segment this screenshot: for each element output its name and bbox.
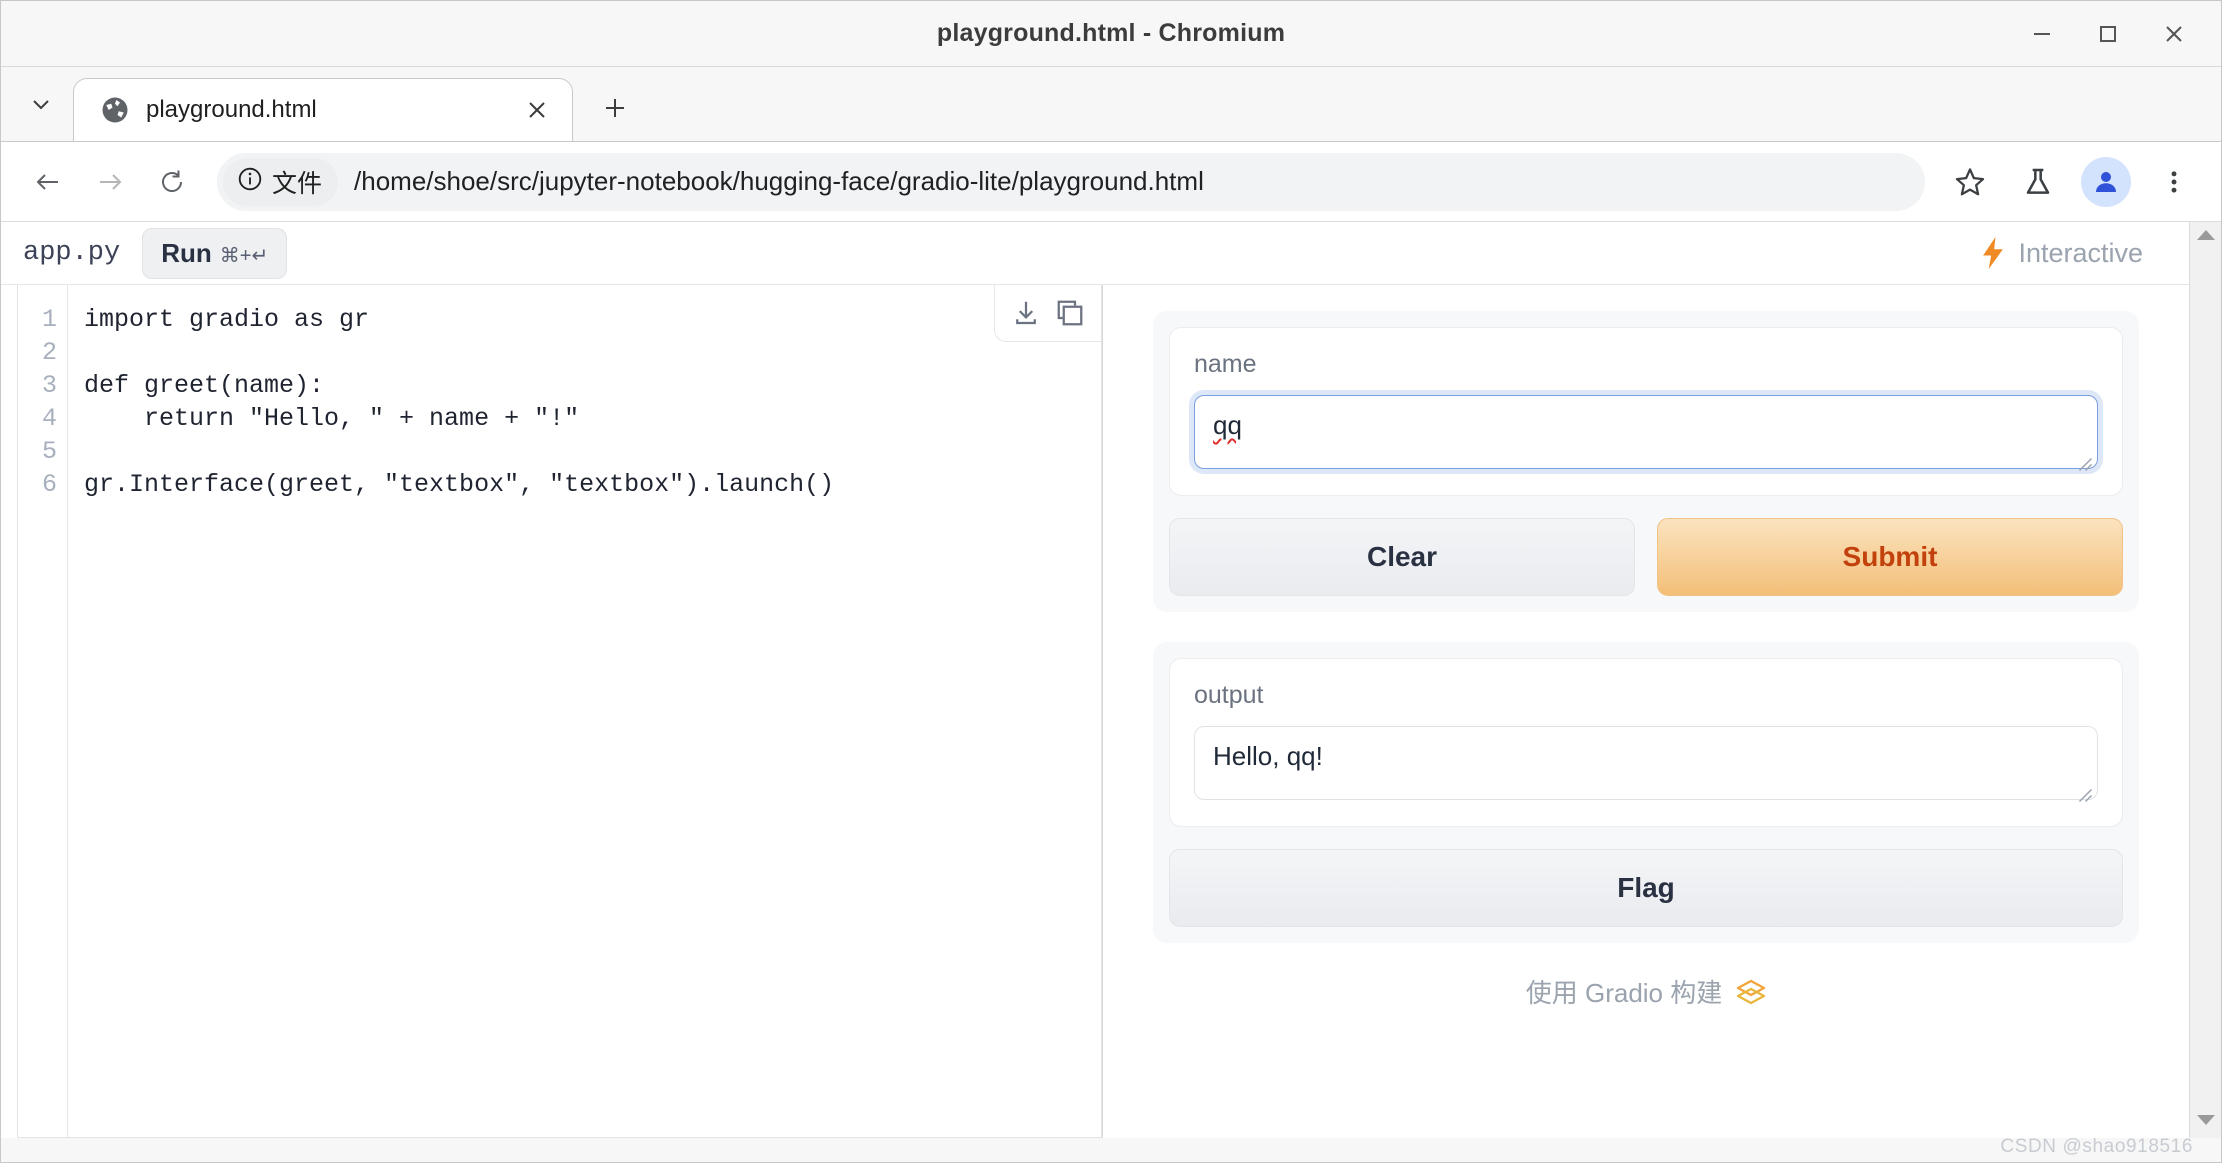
gradio-playground-page: app.py Run ⌘+↵ Interactive 1 2 3 4 5 6 i… [1, 222, 2189, 1138]
new-tab-button[interactable] [585, 78, 645, 138]
site-info-chip[interactable]: 文件 [223, 157, 339, 206]
globe-icon [100, 95, 130, 125]
file-name-label: app.py [23, 238, 121, 268]
name-input-value: qq [1213, 410, 1242, 440]
input-block: name qq [1169, 327, 2123, 496]
back-arrow-icon[interactable] [19, 153, 77, 211]
output-textarea[interactable]: Hello, qq! [1194, 726, 2098, 803]
code-editor-panel: 1 2 3 4 5 6 import gradio as gr def gree… [1, 285, 1103, 1138]
tab-title: playground.html [146, 96, 317, 123]
run-button-label: Run [161, 237, 212, 268]
download-icon[interactable] [1009, 296, 1043, 330]
tab-strip: playground.html [1, 66, 2221, 141]
interactive-badge: Interactive [1980, 237, 2143, 269]
clear-button[interactable]: Clear [1169, 518, 1635, 596]
input-group: name qq Clear Submit [1153, 311, 2139, 612]
address-bar[interactable]: 文件 /home/shoe/src/jupyter-notebook/huggi… [217, 152, 1925, 211]
action-button-row: Clear Submit [1169, 518, 2123, 596]
lightning-bolt-icon [1980, 237, 2006, 269]
watermark: CSDN @shao918516 [2000, 1136, 2193, 1157]
browser-window: playground.html - Chromium playground.ht… [0, 0, 2222, 1163]
resize-handle-icon[interactable] [2075, 779, 2093, 803]
copy-icon[interactable] [1053, 296, 1087, 330]
flag-button[interactable]: Flag [1169, 849, 2123, 927]
editor-action-buttons [994, 285, 1101, 342]
scroll-up-arrow-icon[interactable] [2196, 228, 2216, 247]
run-shortcut-label: ⌘+↵ [219, 244, 269, 267]
gradio-footer[interactable]: 使用 Gradio 构建 [1153, 973, 2139, 1010]
gradio-logo-icon [1736, 979, 1766, 1005]
avatar [2081, 156, 2131, 207]
output-label: output [1194, 681, 1264, 709]
interactive-label: Interactive [2018, 237, 2143, 268]
playground-body: 1 2 3 4 5 6 import gradio as gr def gree… [1, 285, 2189, 1138]
window-title: playground.html - Chromium [936, 19, 1286, 47]
browser-tab[interactable]: playground.html [73, 78, 573, 141]
submit-button[interactable]: Submit [1657, 518, 2123, 596]
chevron-down-icon[interactable] [9, 66, 73, 141]
maximize-button[interactable] [2075, 8, 2141, 60]
reload-icon[interactable] [143, 153, 201, 211]
flask-icon[interactable] [2009, 153, 2067, 211]
three-dot-menu-icon[interactable] [2145, 153, 2203, 211]
title-bar: playground.html - Chromium [1, 1, 2221, 66]
playground-toolbar: app.py Run ⌘+↵ Interactive [1, 222, 2189, 285]
code-content[interactable]: import gradio as gr def greet(name): ret… [68, 285, 1101, 1137]
gradio-app-preview: name qq Clear Submit output Hello, qq! F… [1103, 285, 2189, 1138]
output-value: Hello, qq! [1213, 741, 1323, 771]
output-block: output Hello, qq! [1169, 658, 2123, 827]
url-text: /home/shoe/src/jupyter-notebook/hugging-… [354, 166, 1204, 196]
resize-handle-icon[interactable] [2075, 448, 2093, 472]
minimize-button[interactable] [2009, 8, 2075, 60]
forward-arrow-icon[interactable] [81, 153, 139, 211]
close-button[interactable] [2141, 8, 2207, 60]
name-input[interactable]: qq [1194, 395, 2098, 472]
scroll-down-arrow-icon[interactable] [2196, 1113, 2216, 1132]
toolbar-icons [1941, 153, 2203, 211]
footer-text: 使用 Gradio 构建 [1525, 978, 1723, 1008]
code-editor[interactable]: 1 2 3 4 5 6 import gradio as gr def gree… [17, 285, 1102, 1138]
output-group: output Hello, qq! Flag [1153, 642, 2139, 943]
profile-avatar-button[interactable] [2077, 153, 2135, 211]
info-circle-icon [237, 166, 263, 197]
page-scrollbar[interactable] [2189, 222, 2221, 1138]
flag-button-row: Flag [1169, 849, 2123, 927]
page-viewport: app.py Run ⌘+↵ Interactive 1 2 3 4 5 6 i… [1, 221, 2221, 1138]
star-icon[interactable] [1941, 153, 1999, 211]
close-tab-icon[interactable] [520, 93, 554, 127]
run-button[interactable]: Run ⌘+↵ [142, 227, 288, 279]
site-info-label: 文件 [272, 169, 323, 198]
window-controls [2009, 1, 2207, 66]
input-label: name [1194, 350, 1257, 378]
line-number-gutter: 1 2 3 4 5 6 [18, 285, 68, 1137]
browser-toolbar: 文件 /home/shoe/src/jupyter-notebook/huggi… [1, 141, 2221, 221]
